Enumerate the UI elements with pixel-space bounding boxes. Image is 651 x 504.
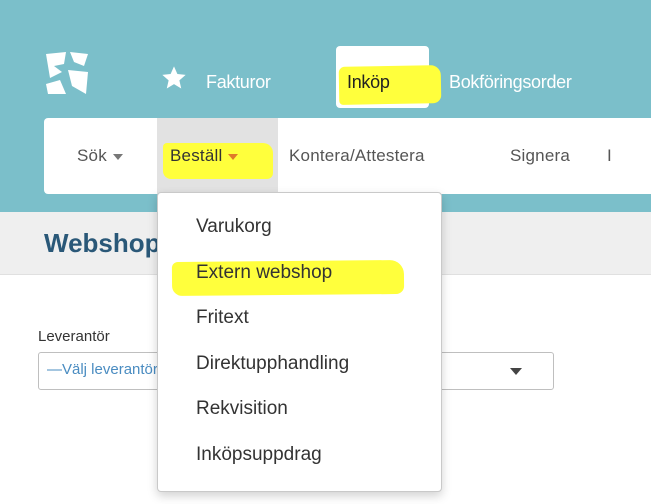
menu-item-extern-webshop[interactable]: Extern webshop [196,262,332,284]
app-logo-icon[interactable] [44,50,90,96]
chevron-down-icon [112,153,123,160]
subnav-item-label: Sök [77,146,107,165]
menu-item-varukorg[interactable]: Varukorg [196,216,272,238]
menu-item-fritext[interactable]: Fritext [196,307,249,329]
topnav-item-fakturor[interactable]: Fakturor [206,72,271,93]
star-icon[interactable] [160,64,188,92]
topnav-item-bokforingsorder[interactable]: Bokföringsorder [449,72,572,93]
subnav-item-label: Beställ [170,146,223,165]
bestall-dropdown-menu: Varukorg Extern webshop Fritext Direktup… [157,192,442,492]
menu-item-rekvisition[interactable]: Rekvisition [196,398,288,420]
topnav-item-inkop[interactable]: Inköp [347,72,390,93]
subnav-item-kontera-attestera[interactable]: Kontera/Attestera [289,146,425,166]
subnav-item-truncated[interactable]: I [607,146,612,166]
chevron-down-icon [510,368,522,375]
supplier-label: Leverantör [38,328,110,345]
subnav-item-sok[interactable]: Sök [77,146,123,166]
subnav-item-signera[interactable]: Signera [510,146,570,166]
page-title: Webshop [44,228,161,258]
subnav-item-bestall[interactable]: Beställ [170,146,239,166]
supplier-select-value: —Välj leverantör— [47,361,173,378]
menu-item-inkopsuppdrag[interactable]: Inköpsuppdrag [196,444,322,466]
menu-item-direktupphandling[interactable]: Direktupphandling [196,353,349,375]
chevron-down-icon [228,153,239,160]
